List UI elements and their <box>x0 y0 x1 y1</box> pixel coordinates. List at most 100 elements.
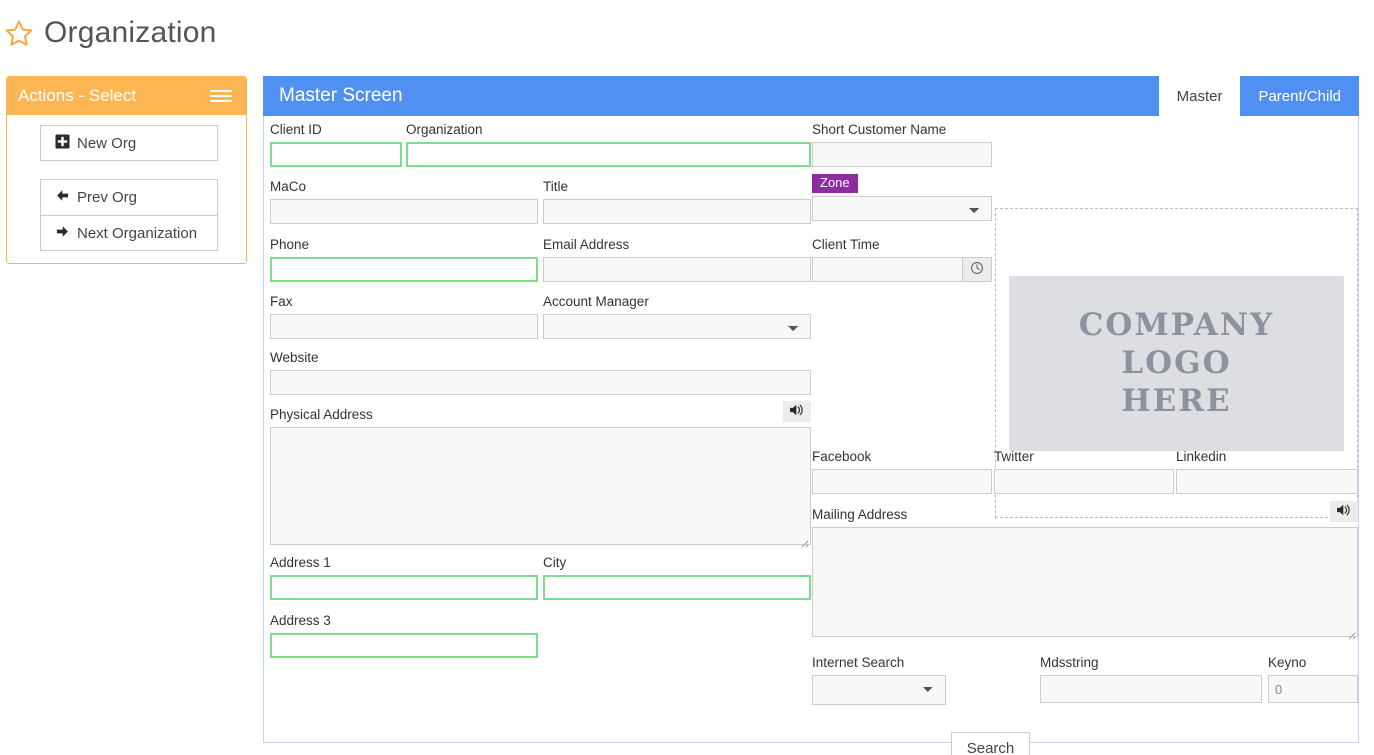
linkedin-label: Linkedin <box>1176 449 1358 465</box>
mailing-address-speaker-button[interactable] <box>1330 501 1358 522</box>
city-input[interactable] <box>543 575 811 600</box>
field-account-manager: Account Manager <box>543 294 811 339</box>
organization-input[interactable] <box>406 142 811 167</box>
arrow-right-icon <box>55 224 70 243</box>
keyno-input[interactable] <box>1268 675 1358 703</box>
facebook-label: Facebook <box>812 449 992 465</box>
star-outline-icon <box>4 18 34 48</box>
field-facebook: Facebook <box>812 449 992 494</box>
mailing-address-textarea[interactable] <box>812 527 1358 637</box>
field-title: Title <box>543 179 811 224</box>
internet-search-select[interactable] <box>812 675 946 705</box>
title-input[interactable] <box>543 199 811 224</box>
keyno-label: Keyno <box>1268 655 1358 671</box>
field-client-id: Client ID <box>270 122 402 167</box>
mdsstring-label: Mdsstring <box>1040 655 1262 671</box>
field-physical-address: Physical Address <box>270 407 811 550</box>
zone-badge: Zone <box>812 174 858 193</box>
field-keyno: Keyno <box>1268 655 1358 703</box>
physical-address-textarea[interactable] <box>270 427 811 545</box>
linkedin-input[interactable] <box>1176 469 1358 494</box>
physical-address-label: Physical Address <box>270 407 811 423</box>
plus-square-icon <box>55 134 70 153</box>
mdsstring-input[interactable] <box>1040 675 1262 703</box>
account-manager-label: Account Manager <box>543 294 811 310</box>
search-button[interactable]: Search <box>951 732 1030 755</box>
field-mailing-address: Mailing Address <box>812 507 1358 642</box>
page-title: Organization <box>4 16 217 50</box>
field-address-1: Address 1 <box>270 555 538 600</box>
maco-label: MaCo <box>270 179 538 195</box>
new-org-button[interactable]: New Org <box>40 125 218 161</box>
website-input[interactable] <box>270 370 811 395</box>
actions-panel-body: New Org Prev Org <box>7 115 246 263</box>
email-address-label: Email Address <box>543 237 811 253</box>
twitter-label: Twitter <box>994 449 1174 465</box>
clock-icon <box>970 261 984 278</box>
client-time-label: Client Time <box>812 237 992 253</box>
logo-line-2: LOGO <box>1121 345 1231 381</box>
page-title-text: Organization <box>44 16 217 50</box>
field-email-address: Email Address <box>543 237 811 282</box>
company-logo-image: COMPANY LOGO HERE <box>1009 276 1344 451</box>
phone-label: Phone <box>270 237 538 253</box>
email-address-input[interactable] <box>543 257 811 282</box>
field-internet-search: Internet Search <box>812 655 946 705</box>
tab-master[interactable]: Master <box>1159 76 1241 116</box>
field-short-customer-name: Short Customer Name <box>812 122 992 167</box>
speaker-icon <box>1336 503 1352 520</box>
actions-panel-title: Actions - Select <box>18 86 136 106</box>
organization-label: Organization <box>406 122 811 138</box>
field-address-3: Address 3 <box>270 613 538 658</box>
field-city: City <box>543 555 811 600</box>
fax-input[interactable] <box>270 314 538 339</box>
field-linkedin: Linkedin <box>1176 449 1358 494</box>
master-screen-title: Master Screen <box>263 76 1159 116</box>
speaker-icon <box>789 403 805 420</box>
nav-button-group: Prev Org Next Organization <box>40 179 218 251</box>
physical-address-speaker-button[interactable] <box>783 401 811 422</box>
field-client-time: Client Time <box>812 237 992 282</box>
field-website: Website <box>270 350 811 395</box>
logo-line-1: COMPANY <box>1079 307 1275 343</box>
address-1-label: Address 1 <box>270 555 538 571</box>
clock-icon-button[interactable] <box>962 257 992 282</box>
next-org-label: Next Organization <box>77 225 197 242</box>
organization-form: Client ID Organization Short Customer Na… <box>264 116 1358 741</box>
field-organization: Organization <box>406 122 811 167</box>
mailing-address-label: Mailing Address <box>812 507 1358 523</box>
prev-org-button[interactable]: Prev Org <box>40 179 218 215</box>
field-mdsstring: Mdsstring <box>1040 655 1262 703</box>
master-screen-panel: Client ID Organization Short Customer Na… <box>263 76 1359 743</box>
tab-parent-child[interactable]: Parent/Child <box>1240 76 1359 116</box>
organization-page: Organization Actions - Select New Org <box>0 0 1374 755</box>
arrow-left-icon <box>55 188 70 207</box>
actions-panel: Actions - Select New Org <box>6 76 247 264</box>
actions-panel-header: Actions - Select <box>7 77 246 115</box>
client-id-input[interactable] <box>270 142 402 167</box>
address-3-input[interactable] <box>270 633 538 658</box>
next-org-button[interactable]: Next Organization <box>40 215 218 251</box>
facebook-input[interactable] <box>812 469 992 494</box>
new-org-label: New Org <box>77 135 136 152</box>
maco-input[interactable] <box>270 199 538 224</box>
title-label: Title <box>543 179 811 195</box>
field-twitter: Twitter <box>994 449 1174 494</box>
field-maco: MaCo <box>270 179 538 224</box>
fax-label: Fax <box>270 294 538 310</box>
field-fax: Fax <box>270 294 538 339</box>
account-manager-select[interactable] <box>543 314 811 339</box>
address-3-label: Address 3 <box>270 613 538 629</box>
zone-select[interactable] <box>812 196 992 221</box>
logo-line-3: HERE <box>1121 383 1231 419</box>
hamburger-icon[interactable] <box>210 87 232 105</box>
twitter-input[interactable] <box>994 469 1174 494</box>
phone-input[interactable] <box>270 257 538 282</box>
short-customer-name-label: Short Customer Name <box>812 122 992 138</box>
client-time-input[interactable] <box>812 257 962 282</box>
short-customer-name-input[interactable] <box>812 142 992 167</box>
website-label: Website <box>270 350 811 366</box>
client-id-label: Client ID <box>270 122 402 138</box>
address-1-input[interactable] <box>270 575 538 600</box>
master-screen-header: Master Screen Master Parent/Child <box>263 76 1359 116</box>
